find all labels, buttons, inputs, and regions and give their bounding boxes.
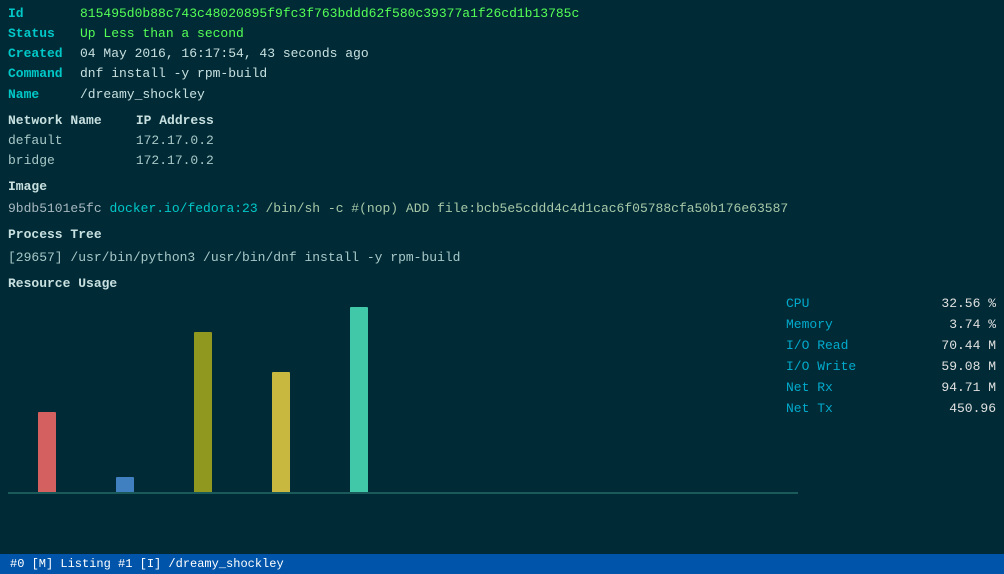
bar-cpu — [38, 412, 56, 492]
stats-label-4: Net Rx — [786, 378, 833, 398]
network-name-0: default — [8, 131, 128, 151]
stats-value-0: 32.56 % — [941, 294, 996, 314]
image-section: Image 9bdb5101e5fc docker.io/fedora:23 /… — [8, 177, 996, 219]
network-name-1: bridge — [8, 151, 128, 171]
stats-panel: CPU 32.56 % Memory 3.74 % I/O Read 70.44… — [786, 294, 996, 421]
command-row: Command dnf install -y rpm-build — [8, 64, 996, 84]
network-ip-0: 172.17.0.2 — [136, 133, 214, 148]
bar-io-write — [272, 372, 290, 492]
image-header: Image — [8, 177, 996, 197]
image-path: docker.io/fedora:23 — [109, 201, 257, 216]
network-name-header: Network Name — [8, 111, 128, 131]
image-hash: 9bdb5101e5fc — [8, 201, 102, 216]
stats-row-2: I/O Read 70.44 M — [786, 336, 996, 356]
status-label: Status — [8, 24, 80, 44]
stats-label-2: I/O Read — [786, 336, 848, 356]
name-row: Name /dreamy_shockley — [8, 85, 996, 105]
network-row-1: bridge 172.17.0.2 — [8, 151, 996, 171]
stats-value-4: 94.71 M — [941, 378, 996, 398]
name-value: /dreamy_shockley — [80, 85, 205, 105]
stats-value-5: 450.96 — [949, 399, 996, 419]
stats-label-5: Net Tx — [786, 399, 833, 419]
stats-row-3: I/O Write 59.08 M — [786, 357, 996, 377]
stats-label-0: CPU — [786, 294, 809, 314]
id-row: Id 815495d0b88c743c48020895f9fc3f763bddd… — [8, 4, 996, 24]
stats-row-4: Net Rx 94.71 M — [786, 378, 996, 398]
created-label: Created — [8, 44, 80, 64]
bar-memory — [116, 477, 134, 492]
bar-net-rx — [350, 307, 368, 492]
network-row-0: default 172.17.0.2 — [8, 131, 996, 151]
created-row: Created 04 May 2016, 16:17:54, 43 second… — [8, 44, 996, 64]
network-header-row: Network Name IP Address — [8, 111, 996, 131]
network-ip-1: 172.17.0.2 — [136, 153, 214, 168]
stats-row-0: CPU 32.56 % — [786, 294, 996, 314]
name-label: Name — [8, 85, 80, 105]
process-section: Process Tree [29657] /usr/bin/python3 /u… — [8, 225, 996, 267]
bars-container — [8, 304, 798, 492]
stats-label-1: Memory — [786, 315, 833, 335]
stats-value-1: 3.74 % — [949, 315, 996, 335]
created-value: 04 May 2016, 16:17:54, 43 seconds ago — [80, 44, 369, 64]
network-ip-header: IP Address — [136, 113, 214, 128]
bar-io-read — [194, 332, 212, 492]
bottom-bar-text: #0 [M] Listing #1 [I] /dreamy_shockley — [10, 557, 284, 571]
id-label: Id — [8, 4, 80, 24]
chart-baseline — [8, 492, 798, 494]
process-header: Process Tree — [8, 225, 996, 245]
network-section: Network Name IP Address default 172.17.0… — [8, 111, 996, 171]
stats-value-3: 59.08 M — [941, 357, 996, 377]
status-value: Up Less than a second — [80, 24, 244, 44]
process-row: [29657] /usr/bin/python3 /usr/bin/dnf in… — [8, 248, 996, 268]
image-row: 9bdb5101e5fc docker.io/fedora:23 /bin/sh… — [8, 199, 996, 219]
chart-container — [8, 304, 798, 494]
stats-row-5: Net Tx 450.96 — [786, 399, 996, 419]
stats-value-2: 70.44 M — [941, 336, 996, 356]
bottom-bar: #0 [M] Listing #1 [I] /dreamy_shockley — [0, 554, 1004, 574]
stats-label-3: I/O Write — [786, 357, 856, 377]
status-row: Status Up Less than a second — [8, 24, 996, 44]
command-value: dnf install -y rpm-build — [80, 64, 267, 84]
main-content: Id 815495d0b88c743c48020895f9fc3f763bddd… — [0, 0, 1004, 498]
id-value: 815495d0b88c743c48020895f9fc3f763bddd62f… — [80, 4, 579, 24]
command-label: Command — [8, 64, 80, 84]
stats-row-1: Memory 3.74 % — [786, 315, 996, 335]
resource-header: Resource Usage — [8, 274, 996, 294]
image-cmd: /bin/sh -c #(nop) ADD file:bcb5e5cddd4c4… — [265, 201, 788, 216]
resource-section: Resource Usage CPU 32.56 — [8, 274, 996, 494]
